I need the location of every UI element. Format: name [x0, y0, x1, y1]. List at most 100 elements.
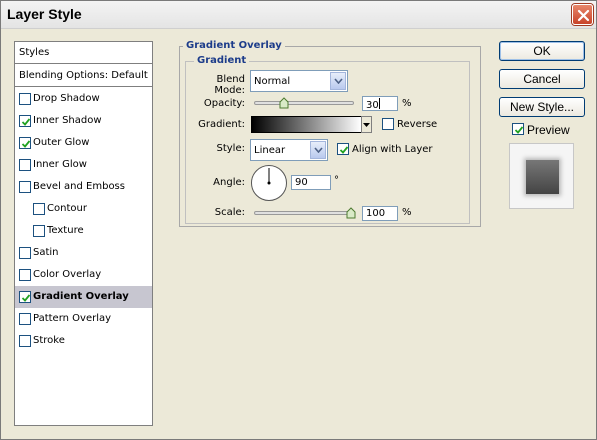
angle-dial[interactable] [251, 165, 287, 201]
preview-thumbnail [509, 143, 574, 209]
style-item-checkbox[interactable] [19, 335, 31, 347]
style-item-label: Contour [47, 203, 87, 214]
dropdown-arrow-button[interactable] [310, 141, 326, 159]
opacity-unit: % [402, 98, 412, 109]
cancel-button[interactable]: Cancel [499, 69, 585, 89]
style-item-inner-glow[interactable]: Inner Glow [15, 154, 152, 176]
style-item-label: Satin [33, 247, 59, 258]
style-item-label: Bevel and Emboss [33, 181, 125, 192]
style-item-checkbox[interactable] [19, 269, 31, 281]
gradient-label: Gradient: [198, 119, 245, 130]
style-item-label: Inner Shadow [33, 115, 102, 126]
blending-options-label: Blending Options: Default [19, 70, 148, 81]
style-item-checkbox[interactable] [19, 93, 31, 105]
style-item-pattern-overlay[interactable]: Pattern Overlay [15, 308, 152, 330]
opacity-input[interactable]: 30 [362, 96, 398, 111]
ok-button[interactable]: OK [499, 41, 585, 61]
align-with-layer-checkbox[interactable] [337, 143, 349, 155]
chevron-down-icon [314, 147, 323, 153]
preview-label: Preview [527, 123, 570, 137]
opacity-label: Opacity: [203, 98, 245, 109]
scale-value: 100 [366, 208, 386, 219]
style-item-inner-shadow[interactable]: Inner Shadow [15, 110, 152, 132]
style-item-contour[interactable]: Contour [15, 198, 152, 220]
new-style-button[interactable]: New Style... [499, 97, 585, 117]
styles-header[interactable]: Styles [15, 42, 152, 64]
scale-slider-track[interactable] [254, 211, 354, 215]
scale-input[interactable]: 100 [362, 206, 398, 221]
angle-value: 90 [295, 177, 308, 188]
styles-header-label: Styles [19, 47, 50, 58]
scale-label: Scale: [214, 207, 245, 218]
blending-options-item[interactable]: Blending Options: Default [15, 65, 152, 87]
scale-unit: % [402, 207, 412, 218]
dropdown-arrow-button[interactable] [330, 72, 346, 90]
style-item-checkbox[interactable] [19, 247, 31, 259]
style-item-label: Texture [47, 225, 84, 236]
chevron-down-icon [334, 78, 343, 84]
close-icon [577, 9, 590, 22]
opacity-slider-track[interactable] [254, 101, 354, 105]
angle-label: Angle: [213, 177, 245, 188]
style-item-checkbox[interactable] [33, 225, 45, 237]
opacity-slider-thumb[interactable] [279, 97, 289, 109]
style-item-checkbox[interactable] [19, 181, 31, 193]
style-item-checkbox[interactable] [19, 115, 31, 127]
preview-swatch [526, 160, 559, 194]
checkmark-icon [21, 294, 31, 302]
style-item-checkbox[interactable] [19, 137, 31, 149]
checkmark-icon [21, 140, 31, 148]
style-item-label: Inner Glow [33, 159, 87, 170]
blend-mode-value: Normal [254, 76, 291, 87]
opacity-value: 30 [366, 100, 379, 111]
angle-input[interactable]: 90 [291, 175, 331, 190]
reverse-label: Reverse [397, 119, 438, 130]
style-item-checkbox[interactable] [19, 159, 31, 171]
style-select[interactable]: Linear [250, 139, 328, 161]
style-item-checkbox[interactable] [19, 313, 31, 325]
ok-button-label: OK [533, 44, 551, 58]
group-title: Gradient Overlay [183, 40, 285, 51]
angle-unit: ° [334, 175, 339, 186]
style-item-label: Outer Glow [33, 137, 90, 148]
style-item-bevel-and-emboss[interactable]: Bevel and Emboss [15, 176, 152, 198]
style-item-checkbox[interactable] [19, 291, 31, 303]
style-item-checkbox[interactable] [33, 203, 45, 215]
style-item-label: Stroke [33, 335, 65, 346]
style-item-label: Pattern Overlay [33, 313, 112, 324]
style-item-color-overlay[interactable]: Color Overlay [15, 264, 152, 286]
chevron-down-icon [363, 123, 370, 127]
gradient-dropdown-button[interactable] [361, 116, 372, 133]
subgroup-title: Gradient [194, 55, 250, 66]
style-item-label: Drop Shadow [33, 93, 100, 104]
style-item-drop-shadow[interactable]: Drop Shadow [15, 88, 152, 110]
title-bar[interactable]: Layer Style [1, 1, 596, 29]
style-item-outer-glow[interactable]: Outer Glow [15, 132, 152, 154]
cancel-button-label: Cancel [523, 72, 561, 86]
checkmark-icon [514, 126, 524, 134]
close-button[interactable] [572, 4, 593, 25]
style-label: Style: [216, 143, 246, 154]
styles-list: Styles Blending Options: Default Drop Sh… [14, 41, 153, 426]
checkmark-icon [339, 146, 349, 154]
preview-checkbox[interactable] [512, 123, 524, 135]
style-item-stroke[interactable]: Stroke [15, 330, 152, 352]
angle-dial-needle [267, 168, 271, 185]
blend-mode-label: Blend Mode: [214, 74, 245, 96]
style-item-label: Color Overlay [33, 269, 102, 280]
window-title: Layer Style [7, 6, 82, 22]
style-item-label: Gradient Overlay [33, 291, 129, 302]
blend-mode-select[interactable]: Normal [250, 70, 348, 92]
layer-style-dialog: Layer Style Styles Blending Options: Def… [0, 0, 597, 440]
new-style-button-label: New Style... [509, 100, 575, 114]
checkmark-icon [21, 118, 31, 126]
style-item-gradient-overlay[interactable]: Gradient Overlay [15, 286, 152, 308]
gradient-picker[interactable] [251, 116, 362, 133]
text-cursor [378, 98, 380, 109]
align-with-layer-label: Align with Layer [352, 144, 433, 155]
scale-slider-thumb[interactable] [346, 207, 356, 219]
style-item-satin[interactable]: Satin [15, 242, 152, 264]
style-value: Linear [254, 145, 286, 156]
style-item-texture[interactable]: Texture [15, 220, 152, 242]
reverse-checkbox[interactable] [382, 118, 394, 130]
